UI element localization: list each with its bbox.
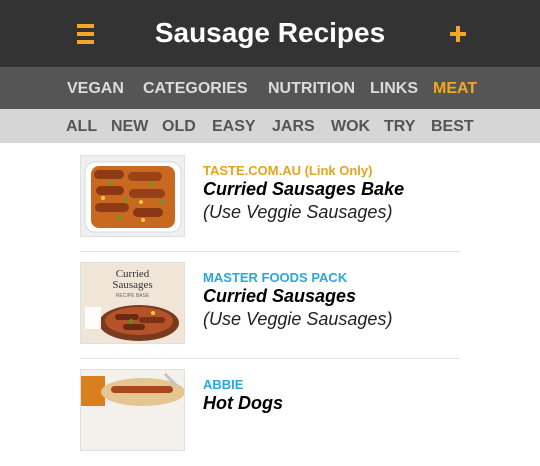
curried-sausages-pack-image: Curried Sausages RECIPE BASE xyxy=(81,263,184,343)
tab-nutrition[interactable]: NUTRITION xyxy=(268,80,355,98)
recipe-thumbnail[interactable]: Curried Sausages RECIPE BASE xyxy=(80,262,185,344)
recipe-thumbnail[interactable] xyxy=(80,369,185,451)
recipe-note: (Use Veggie Sausages) xyxy=(203,309,393,329)
filter-try[interactable]: TRY xyxy=(384,118,415,136)
tab-vegan[interactable]: VEGAN xyxy=(67,80,124,98)
filter-best[interactable]: BEST xyxy=(431,118,474,136)
filter-new[interactable]: NEW xyxy=(111,118,148,136)
recipe-item[interactable]: TASTE.COM.AU (Link Only) Curried Sausage… xyxy=(80,145,460,252)
recipe-item[interactable]: ABBIE Hot Dogs xyxy=(80,359,460,466)
filter-easy[interactable]: EASY xyxy=(212,118,256,136)
tab-meat[interactable]: MEAT xyxy=(433,80,477,98)
tab-categories[interactable]: CATEGORIES xyxy=(143,80,248,98)
dish-illustration xyxy=(85,305,179,341)
filter-wok[interactable]: WOK xyxy=(331,118,370,136)
recipe-thumbnail[interactable] xyxy=(80,155,185,237)
tab-links[interactable]: LINKS xyxy=(370,80,418,98)
recipe-name[interactable]: Curried Sausages Bake xyxy=(203,179,404,200)
filter-all[interactable]: ALL xyxy=(66,118,97,136)
recipe-source: MASTER FOODS PACK xyxy=(203,270,348,285)
filter-jars[interactable]: JARS xyxy=(272,118,315,136)
app-header: Sausage Recipes xyxy=(0,0,540,67)
plus-icon[interactable] xyxy=(450,26,466,42)
filter-tabs: ALL NEW OLD EASY JARS WOK TRY BEST xyxy=(0,109,540,143)
recipe-source: ABBIE xyxy=(203,377,244,392)
category-tabs: VEGAN CATEGORIES NUTRITION LINKS MEAT xyxy=(0,67,540,109)
recipe-item[interactable]: Curried Sausages RECIPE BASE MASTER FOOD… xyxy=(80,252,460,359)
hot-dogs-photo xyxy=(81,370,184,450)
filter-old[interactable]: OLD xyxy=(162,118,196,136)
recipe-name[interactable]: Curried Sausages xyxy=(203,286,356,307)
recipe-name[interactable]: Hot Dogs xyxy=(203,393,283,414)
recipe-source: TASTE.COM.AU (Link Only) xyxy=(203,163,373,178)
recipe-note: (Use Veggie Sausages) xyxy=(203,202,393,222)
curried-sausages-bake-photo xyxy=(81,156,184,236)
